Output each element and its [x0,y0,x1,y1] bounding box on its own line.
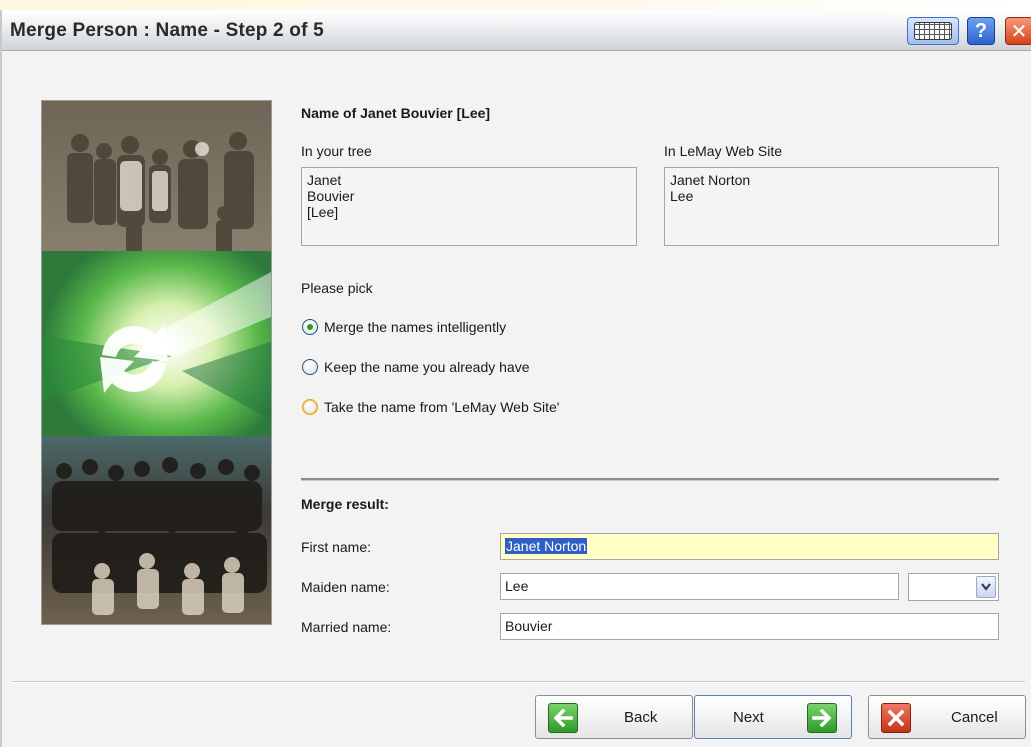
merge-illustration-art [42,101,271,624]
first-name-value: Janet Norton [505,538,588,554]
tree-name-line: Janet [307,172,342,188]
pick-label: Please pick [301,280,373,296]
arrow-left-icon [548,703,578,733]
next-label: Next [733,709,764,726]
site-name-box: Janet Norton Lee [664,167,999,246]
tree-name-box: Janet Bouvier [Lee] [301,167,637,246]
married-name-field[interactable]: Bouvier [500,613,999,640]
window-title: Merge Person : Name - Step 2 of 5 [10,20,324,41]
merge-illustration [41,100,272,625]
first-name-field[interactable]: Janet Norton [500,533,999,560]
next-button[interactable]: Next [694,695,852,739]
radio-button[interactable] [302,399,318,415]
radio-label: Take the name from 'LeMay Web Site' [324,399,560,415]
section-divider [301,478,999,481]
site-name-line: Janet Norton [670,172,751,188]
maiden-name-label: Maiden name: [301,579,390,595]
person-heading: Name of Janet Bouvier [Lee] [301,105,491,121]
radio-keep-name[interactable]: Keep the name you already have [302,357,529,377]
top-strip [0,0,1031,10]
radio-button-checked[interactable] [302,319,318,335]
arrow-right-icon [807,703,837,733]
footer-divider [12,681,1025,683]
radio-label: Keep the name you already have [324,359,530,375]
maiden-name-field[interactable]: Lee [500,573,899,600]
title-bar: Merge Person : Name - Step 2 of 5 ? ✕ [2,10,1031,51]
keyboard-button[interactable] [907,17,959,45]
tree-name-line: Bouvier [307,188,355,204]
maiden-name-dropdown[interactable] [908,573,999,601]
married-name-value: Bouvier [505,618,553,634]
keyboard-icon [914,22,952,40]
cancel-x-icon [881,703,911,733]
radio-button[interactable] [302,359,318,375]
merge-result-heading: Merge result: [301,496,389,512]
married-name-label: Married name: [301,619,392,635]
back-button[interactable]: Back [535,695,693,739]
site-label: In LeMay Web Site [664,143,783,159]
close-button[interactable]: ✕ [1005,17,1031,45]
radio-merge-intelligently[interactable]: Merge the names intelligently [302,317,506,337]
merge-dialog: Merge Person : Name - Step 2 of 5 ? ✕ Na… [0,10,1031,747]
tree-label: In your tree [301,143,372,159]
cancel-label: Cancel [951,709,998,726]
help-button[interactable]: ? [967,17,995,45]
back-label: Back [624,709,658,726]
site-name-line: Lee [670,188,694,204]
chevron-down-icon[interactable] [976,576,996,598]
radio-take-site-name[interactable]: Take the name from 'LeMay Web Site' [302,397,559,417]
help-icon: ? [974,19,988,42]
maiden-name-value: Lee [505,578,529,594]
radio-label: Merge the names intelligently [324,319,507,335]
tree-name-line: [Lee] [307,204,339,220]
cancel-button[interactable]: Cancel [868,695,1026,739]
first-name-label: First name: [301,539,372,555]
close-icon: ✕ [1010,20,1028,43]
